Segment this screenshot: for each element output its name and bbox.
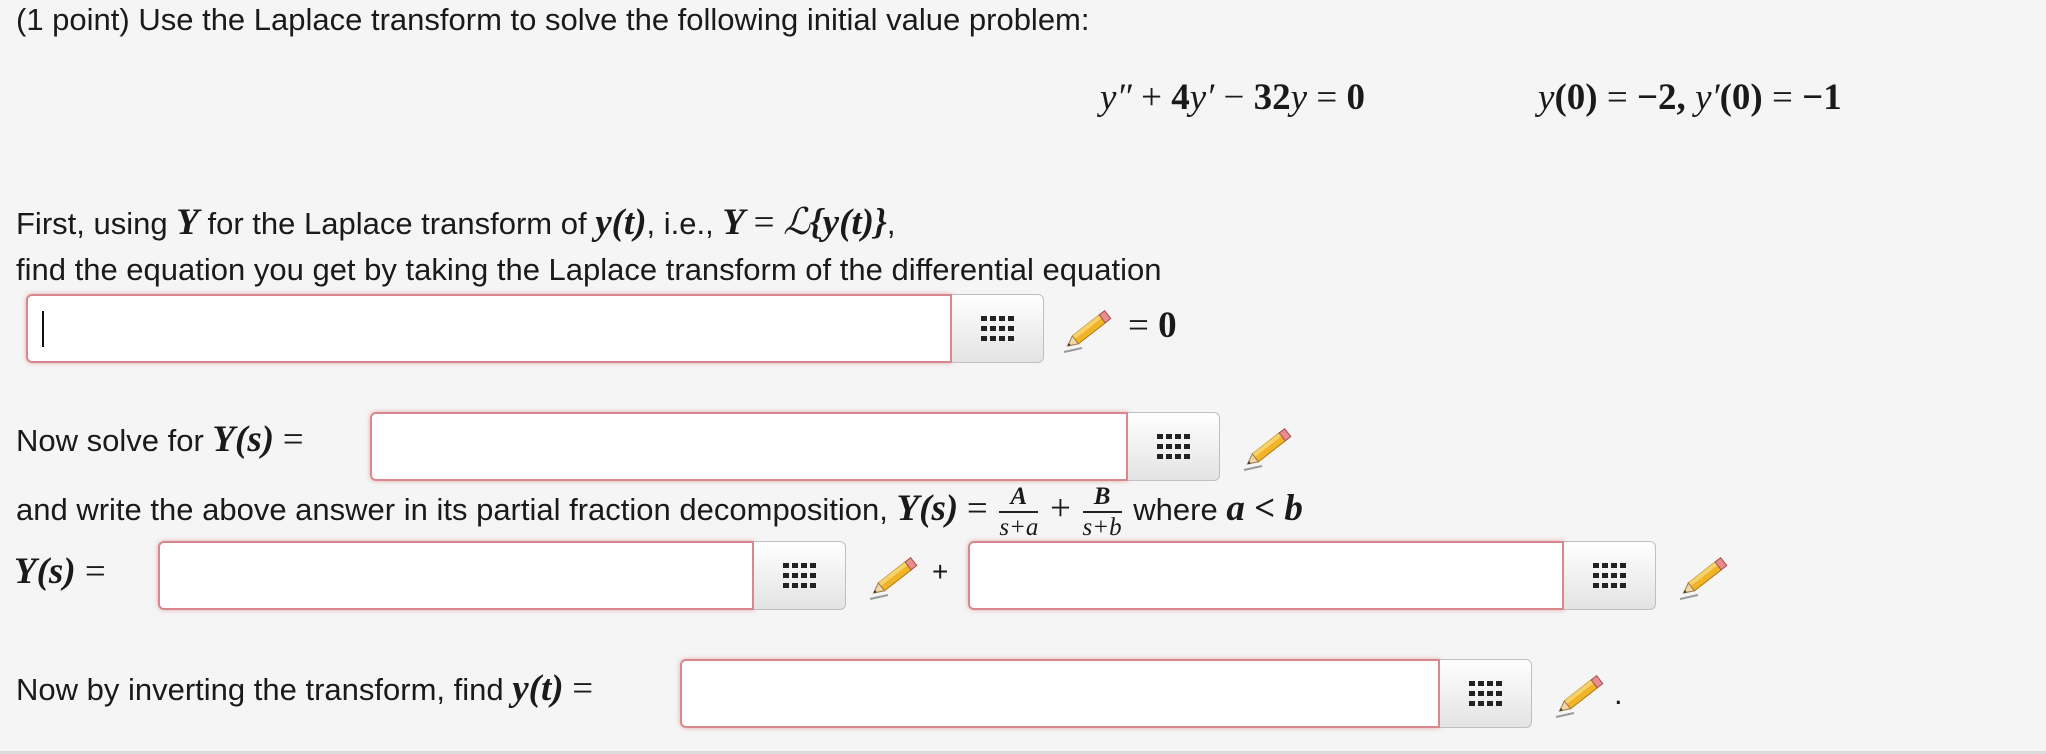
frac-A-num: A [999,484,1039,513]
step1-line2: find the equation you get by taking the … [16,252,1162,287]
step3-text-a: and write the above answer in its partia… [16,492,888,528]
Ys-input[interactable] [370,412,1128,481]
ode-y1: y′ [1189,77,1215,118]
ode-y0: y [1290,77,1308,118]
text-cursor [42,311,44,347]
step1-text-b: for the Laplace transform of [207,206,587,241]
step3-cond: a < b [1226,488,1303,530]
equals-zero-suffix: = 0 [1128,304,1177,347]
step1-comma: , [886,206,896,241]
pencil-icon[interactable] [866,551,922,603]
ic-y-label: y [1538,77,1555,118]
step1-Y2: Y [722,202,745,243]
ic-eq1: = [1606,77,1628,118]
step4-eq: = [572,668,594,709]
grid-icon [782,562,816,588]
Ys-palette-button[interactable] [1128,412,1220,481]
partial-A-palette-button[interactable] [754,541,846,610]
equation-palette-button[interactable] [952,294,1044,363]
fraction-B: Bs+b [1082,484,1122,541]
grid-icon [1468,680,1502,706]
grid-icon [980,315,1014,341]
fraction-A: As+a [999,484,1039,541]
step1-Y: Y [176,202,199,243]
step2-label: Now solve for Y(s) = [16,418,304,461]
grid-icon [1156,433,1190,459]
ode-equation: y″ + 4y′ − 32y = 0 [1100,76,1365,119]
ode-y2: y″ [1100,77,1132,118]
pencil-icon[interactable] [1240,422,1296,474]
step1-text-a: First, using [16,206,168,241]
ic-val1: −2, [1636,77,1686,118]
step3-Ys: Y(s) [896,488,959,530]
step4-yt: y(t) [512,668,564,709]
step1-Lyt: {y(t)} [809,202,887,243]
step2-eq: = [282,419,304,460]
step3-line: and write the above answer in its partia… [16,484,1303,540]
laplace-symbol: ℒ [783,202,810,243]
ode-coef4: 4 [1171,77,1190,118]
partial-fraction-B-input[interactable] [968,541,1564,610]
frac-A-den: s+a [999,514,1039,541]
partial-Ys-label: Y(s) = [14,550,106,593]
ic-eq2: = [1772,77,1793,118]
partial-Ys: Y(s) [14,551,76,592]
step1-eq: = [753,202,775,243]
step2-text: Now solve for [16,423,204,458]
ic-yp-arg: (0) [1719,77,1763,118]
step3-plus: + [1050,488,1071,530]
laplace-equation-input[interactable] [26,294,952,363]
step1-line1: First, using Y for the Laplace transform… [16,200,896,244]
problem-intro: (1 point) Use the Laplace transform to s… [16,2,1090,37]
frac-B-num: B [1082,484,1122,513]
step1-text-c: , i.e., [646,206,714,241]
partial-B-palette-button[interactable] [1564,541,1656,610]
pencil-icon[interactable] [1060,304,1116,356]
suffix-eq: = [1128,305,1149,346]
suffix-zero: 0 [1158,305,1177,346]
partial-fraction-A-input[interactable] [158,541,754,610]
partial-eq: = [84,551,106,592]
ic-y-arg: (0) [1554,77,1598,118]
pencil-icon[interactable] [1676,551,1732,603]
step3-text-b: where [1133,492,1218,528]
ode-coef32: 32 [1253,77,1291,118]
yt-palette-button[interactable] [1440,659,1532,728]
ode-equals: = [1316,77,1338,118]
step4-label: Now by inverting the transform, find y(t… [16,667,593,710]
final-period: . [1614,676,1623,711]
ic-val2: −1 [1802,77,1842,118]
step1-yt: y(t) [595,202,647,243]
grid-icon [1592,562,1626,588]
ode-minus: − [1223,77,1245,118]
step2-Ys: Y(s) [212,419,275,460]
ode-zero: 0 [1346,77,1365,118]
yt-input[interactable] [680,659,1440,728]
frac-B-den: s+b [1082,514,1122,541]
step4-text: Now by inverting the transform, find [16,672,504,707]
ic-yp-label: y′ [1695,77,1720,118]
initial-conditions: y(0) = −2, y′(0) = −1 [1538,76,1842,119]
ode-plus: + [1141,77,1162,118]
pencil-icon[interactable] [1552,669,1608,721]
plus-between-fields: + [932,556,949,587]
step3-eq: = [966,488,988,530]
